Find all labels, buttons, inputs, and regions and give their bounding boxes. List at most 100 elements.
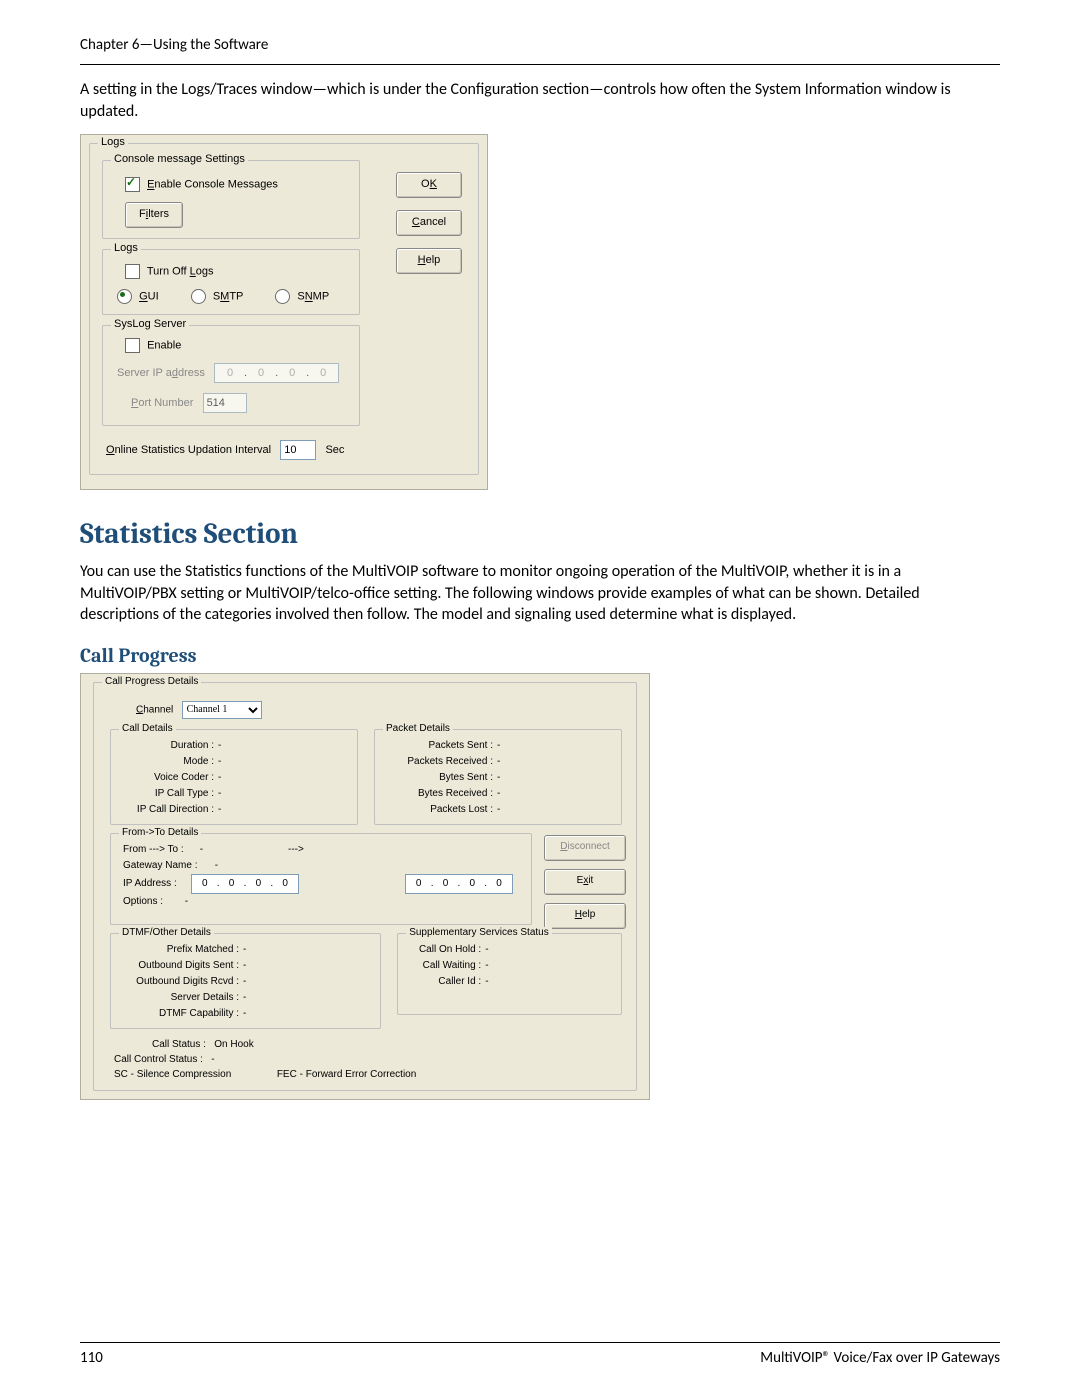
row-value: - xyxy=(481,974,488,990)
packet-details-legend: Packet Details xyxy=(383,723,453,734)
ip-right-input[interactable]: 0. 0. 0. 0 xyxy=(405,874,513,894)
row-label: DTMF Capability : xyxy=(119,1006,239,1022)
logs-sub-legend: Logs xyxy=(111,242,141,254)
data-row: Bytes Sent :- xyxy=(383,770,615,786)
fec-note: FEC - Forward Error Correction xyxy=(277,1069,416,1080)
row-value: - xyxy=(214,770,221,786)
update-interval-unit: Sec xyxy=(325,444,344,456)
call-status-value: On Hook xyxy=(214,1039,253,1050)
row-value: - xyxy=(493,802,500,818)
row-value: - xyxy=(214,786,221,802)
data-row: Voice Coder :- xyxy=(119,770,351,786)
data-row: Prefix Matched :- xyxy=(119,942,374,958)
cancel-button[interactable]: Cancel xyxy=(396,210,462,236)
data-row: Call Waiting :- xyxy=(406,958,615,974)
call-details-rows: Duration :-Mode :-Voice Coder :-IP Call … xyxy=(119,738,351,818)
page-number: 110 xyxy=(80,1349,103,1367)
data-row: Packets Sent :- xyxy=(383,738,615,754)
row-label: Server Details : xyxy=(119,990,239,1006)
options-label: Options : xyxy=(119,894,178,910)
call-status-label: Call Status : xyxy=(152,1039,206,1050)
supp-rows: Call On Hold :-Call Waiting :-Caller Id … xyxy=(406,942,615,990)
data-row: IP Call Type :- xyxy=(119,786,351,802)
data-row: Caller Id :- xyxy=(406,974,615,990)
help-button[interactable]: Help xyxy=(396,248,462,274)
syslog-port-input[interactable] xyxy=(203,393,247,413)
row-label: Call On Hold : xyxy=(406,942,481,958)
logs-outer-legend: Logs xyxy=(98,136,128,148)
row-value: - xyxy=(493,754,500,770)
data-row: Mode :- xyxy=(119,754,351,770)
options-value: - xyxy=(181,894,188,910)
statistics-paragraph: You can use the Statistics functions of … xyxy=(80,561,1000,626)
chapter-header: Chapter 6—Using the Software xyxy=(80,36,1000,65)
update-interval-label: Online Statistics Updation Interval xyxy=(106,444,274,456)
call-control-value: - xyxy=(211,1054,214,1065)
row-label: Duration : xyxy=(119,738,214,754)
row-value: - xyxy=(214,802,221,818)
exit-button[interactable]: Exit xyxy=(544,869,626,895)
row-label: Packets Sent : xyxy=(383,738,493,754)
row-label: IP Call Direction : xyxy=(119,802,214,818)
turn-off-logs-checkbox[interactable] xyxy=(125,264,140,279)
row-value: - xyxy=(481,958,488,974)
data-row: Server Details :- xyxy=(119,990,374,1006)
data-row: Outbound Digits Sent :- xyxy=(119,958,374,974)
fromto-label: From ---> To : xyxy=(119,842,193,858)
gateway-label: Gateway Name : xyxy=(119,858,208,874)
syslog-enable-checkbox[interactable] xyxy=(125,338,140,353)
ok-button[interactable]: OK xyxy=(396,172,462,198)
data-row: Duration :- xyxy=(119,738,351,754)
row-label: Caller Id : xyxy=(406,974,481,990)
data-row: Call On Hold :- xyxy=(406,942,615,958)
disconnect-button[interactable]: Disconnect xyxy=(544,835,626,861)
update-interval-input[interactable] xyxy=(280,440,316,460)
call-progress-dialog: Call Progress Details Channel Channel 1 … xyxy=(80,673,650,1100)
row-value: - xyxy=(481,942,488,958)
packet-details-rows: Packets Sent :-Packets Received :-Bytes … xyxy=(383,738,615,818)
logs-dialog: Logs OK Cancel Help Console message Sett… xyxy=(80,134,488,490)
data-row: IP Call Direction :- xyxy=(119,802,351,818)
channel-label: Channel xyxy=(136,704,173,715)
ip-left-input[interactable]: 0. 0. 0. 0 xyxy=(191,874,299,894)
gateway-value: - xyxy=(211,858,218,874)
row-label: Packets Lost : xyxy=(383,802,493,818)
row-value: - xyxy=(214,754,221,770)
syslog-legend: SysLog Server xyxy=(111,318,189,330)
call-progress-heading: Call Progress xyxy=(80,644,1000,667)
syslog-ip-label: Server IP address xyxy=(117,367,208,379)
row-label: Bytes Received : xyxy=(383,786,493,802)
row-label: Packets Received : xyxy=(383,754,493,770)
syslog-enable-label: Enable xyxy=(147,340,181,352)
enable-console-checkbox[interactable] xyxy=(125,177,140,192)
row-label: Call Waiting : xyxy=(406,958,481,974)
row-value: - xyxy=(239,1006,246,1022)
data-row: Outbound Digits Rcvd :- xyxy=(119,974,374,990)
row-label: Prefix Matched : xyxy=(119,942,239,958)
radio-gui[interactable] xyxy=(117,289,132,304)
cp-help-button[interactable]: Help xyxy=(544,903,626,929)
dtmf-legend: DTMF/Other Details xyxy=(119,927,214,938)
radio-gui-label: GUI xyxy=(139,291,159,303)
channel-select[interactable]: Channel 1 xyxy=(182,701,262,719)
radio-snmp[interactable] xyxy=(275,289,290,304)
row-value: - xyxy=(493,786,500,802)
enable-console-label: Enable Console Messages xyxy=(147,179,278,191)
row-value: - xyxy=(493,738,500,754)
radio-smtp-label: SMTP xyxy=(213,291,243,303)
radio-smtp[interactable] xyxy=(191,289,206,304)
row-label: Outbound Digits Rcvd : xyxy=(119,974,239,990)
arrow-icon: ---> xyxy=(206,842,386,858)
call-details-legend: Call Details xyxy=(119,723,176,734)
sc-note: SC - Silence Compression xyxy=(114,1069,231,1080)
filters-button[interactable]: Filters xyxy=(125,202,183,228)
radio-snmp-label: SNMP xyxy=(297,291,329,303)
row-value: - xyxy=(493,770,500,786)
turn-off-logs-label: Turn Off Logs xyxy=(147,266,214,278)
row-value: - xyxy=(239,958,246,974)
syslog-ip-input[interactable]: 0. 0. 0. 0 xyxy=(214,363,339,383)
supp-legend: Supplementary Services Status xyxy=(406,927,552,938)
row-value: - xyxy=(239,974,246,990)
row-label: Mode : xyxy=(119,754,214,770)
row-value: - xyxy=(214,738,221,754)
